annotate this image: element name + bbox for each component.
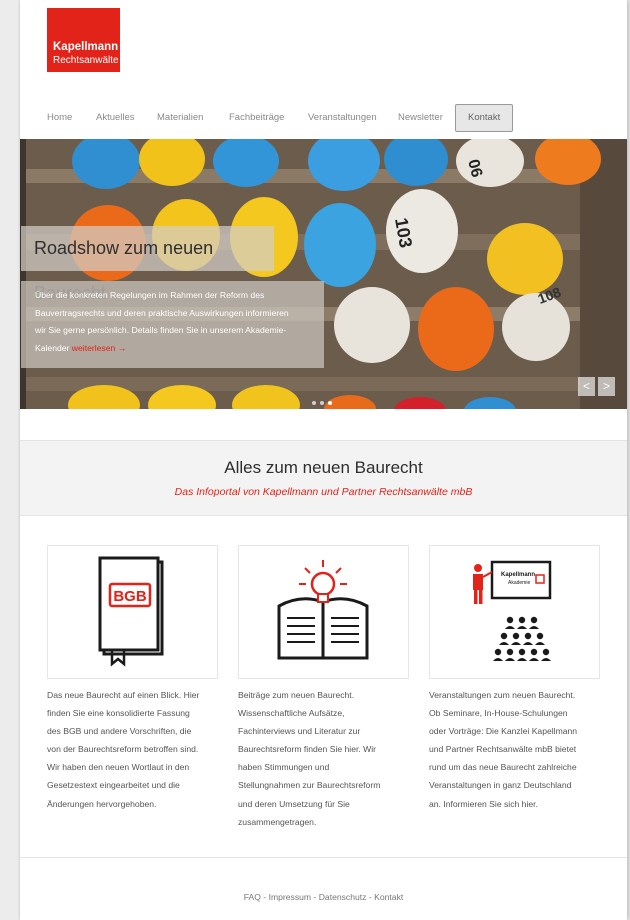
main-nav: Home Aktuelles Materialien Fachbeiträge … [20, 104, 627, 132]
desc-line: Änderungen hervorgehoben. [47, 798, 157, 809]
bgb-badge: BGB [113, 588, 147, 605]
desc-line: und deren Umsetzung für Sie [238, 798, 350, 809]
nav-item-newsletter[interactable]: Newsletter [398, 104, 443, 132]
desc-line: Veranstaltungen zum neuen Baurecht. [429, 690, 576, 700]
intro-band: Alles zum neuen Baurecht Das Infoportal … [20, 440, 627, 516]
slider-dot[interactable] [312, 401, 316, 405]
page: Kapellmann Rechtsanwälte Home Aktuelles … [20, 0, 627, 920]
hero-text-line: wir Sie gerne persönlich. Details finden… [35, 325, 287, 335]
desc-line: an. Informieren Sie sich hier. [429, 798, 538, 809]
desc-line: Wir haben den neuen Wortlaut in den [47, 762, 190, 773]
slider-dots [312, 392, 336, 410]
desc-line: zusammengetragen. [238, 816, 317, 827]
nav-item-aktuelles[interactable]: Aktuelles [96, 104, 135, 132]
card-description-beitraege: Beiträge zum neuen Baurecht. Wissenschaf… [238, 686, 380, 831]
logo[interactable]: Kapellmann Rechtsanwälte [47, 8, 120, 72]
presentation-audience-icon: Kapellmann Akademie [473, 560, 552, 661]
desc-line: haben Stimmungen und [238, 762, 330, 773]
footer-link-impressum[interactable]: Impressum [269, 892, 312, 902]
nav-item-home[interactable]: Home [47, 104, 72, 132]
hero-title: Roadshow zum neuen Baurecht [21, 226, 274, 303]
footer-divider [20, 857, 627, 858]
desc-line: Veranstaltungen in ganz Deutschland [429, 780, 572, 791]
slider-dot[interactable] [328, 401, 332, 405]
nav-item-veranstaltungen[interactable]: Veranstaltungen [308, 104, 377, 132]
desc-line: oder Vorträge: Die Kanzlei Kapellmann [429, 726, 578, 737]
card-beitraege[interactable] [238, 545, 409, 679]
desc-line: Ob Seminare, In-House-Schulungen [429, 708, 568, 719]
nav-item-materialien[interactable]: Materialien [157, 104, 203, 132]
desc-line: Das neue Baurecht auf einen Blick. Hier [47, 690, 200, 700]
slider-next-button[interactable]: > [598, 377, 615, 396]
board-line2: Akademie [508, 580, 530, 586]
footer-separator: - [366, 892, 375, 902]
read-more-link[interactable]: weiterlesen → [72, 343, 126, 353]
card-description-bgb: Das neue Baurecht auf einen Blick. Hier … [47, 686, 199, 813]
nav-item-kontakt[interactable]: Kontakt [455, 104, 514, 132]
hero-text-line: Bauvertragsrechts und deren praktische A… [35, 307, 289, 318]
card-description-veranstaltungen: Veranstaltungen zum neuen Baurecht. Ob S… [429, 686, 577, 813]
footer-separator: - [311, 892, 319, 902]
desc-line: finden Sie eine konsolidierte Fassung [47, 708, 190, 719]
nav-item-fachbeitraege[interactable]: Fachbeiträge [229, 104, 284, 132]
card-bgb[interactable]: BGB [47, 545, 218, 679]
logo-line1: Kapellmann [53, 41, 119, 53]
desc-line: Wissenschaftliche Aufsätze, [238, 708, 345, 719]
desc-line: von der Baurechtsreform betroffen sind. [47, 744, 199, 755]
slider-prev-button[interactable]: < [578, 377, 595, 396]
footer-link-kontakt[interactable]: Kontakt [374, 892, 403, 902]
footer-link-datenschutz[interactable]: Datenschutz [319, 892, 367, 902]
logo-line2: Rechtsanwälte [53, 55, 119, 66]
desc-line: Stellungnahmen zur Baurechtsreform [238, 780, 381, 791]
open-book-lightbulb-icon [277, 560, 369, 660]
card-veranstaltungen[interactable]: Kapellmann Akademie [429, 545, 600, 679]
book-bgb-icon: BGB [98, 556, 164, 667]
section-subtitle: Das Infoportal von Kapellmann und Partne… [174, 486, 473, 498]
section-title: Alles zum neuen Baurecht [224, 458, 423, 477]
slider-dot[interactable] [320, 401, 324, 405]
board-line1: Kapellmann [501, 572, 535, 578]
desc-line: rund um das neue Baurecht zahlreiche [429, 762, 577, 773]
footer-link-faq[interactable]: FAQ [244, 892, 261, 902]
hero-text-last: Kalender [35, 342, 72, 353]
desc-line: Baurechtsreform finden Sie hier. Wir [238, 744, 377, 755]
desc-line: Fachinterviews und Literatur zur [238, 726, 361, 737]
hero-text-line: Über die konkreten Regelungen im Rahmen … [35, 290, 265, 300]
footer-links: FAQ - Impressum - Datenschutz - Kontakt [20, 892, 627, 902]
hero-image-hardhats: 06 103 108 [20, 139, 627, 409]
hero-text: Über die konkreten Regelungen im Rahmen … [21, 281, 324, 368]
desc-line: und Partner Rechtsanwälte mbB bietet [429, 744, 577, 755]
desc-line: Beiträge zum neuen Baurecht. [238, 690, 355, 700]
desc-line: des BGB und andere Vorschriften, die [47, 726, 192, 737]
hero-slider: 06 103 108 [20, 139, 627, 409]
footer-separator: - [260, 892, 269, 902]
hero-text-line-last: Kalender weiterlesen → [35, 340, 324, 358]
desc-line: Gesetzestext eingearbeitet und die [47, 780, 180, 791]
